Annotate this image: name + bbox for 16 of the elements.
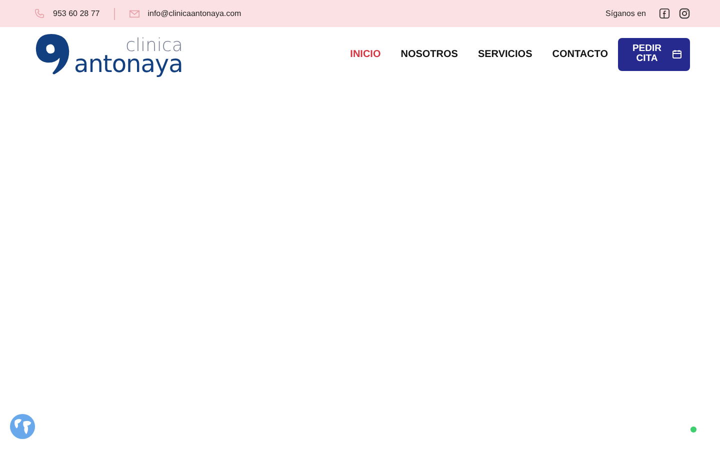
book-appointment-button[interactable]: PEDIR CITA (618, 38, 690, 70)
logo-text: antonaya (74, 52, 183, 76)
email-address[interactable]: info@clinicaantonaya.com (148, 9, 242, 18)
phone-number[interactable]: 953 60 28 77 (53, 9, 100, 18)
facebook-icon[interactable] (659, 8, 670, 19)
nav-link[interactable]: NOSOTROS (400, 48, 458, 60)
logo-mark-icon (34, 32, 72, 76)
calendar-icon (672, 49, 682, 59)
nav-link[interactable]: CONTACTO (552, 48, 608, 60)
instagram-icon[interactable] (679, 8, 690, 19)
envelope-icon (128, 8, 140, 19)
nav-link[interactable]: INICIO (350, 48, 381, 60)
follow-label: Síganos en (606, 9, 646, 18)
logo-text: clinica (126, 37, 183, 55)
phone-icon (34, 8, 45, 19)
nav-link[interactable]: SERVICIOS (478, 48, 532, 60)
